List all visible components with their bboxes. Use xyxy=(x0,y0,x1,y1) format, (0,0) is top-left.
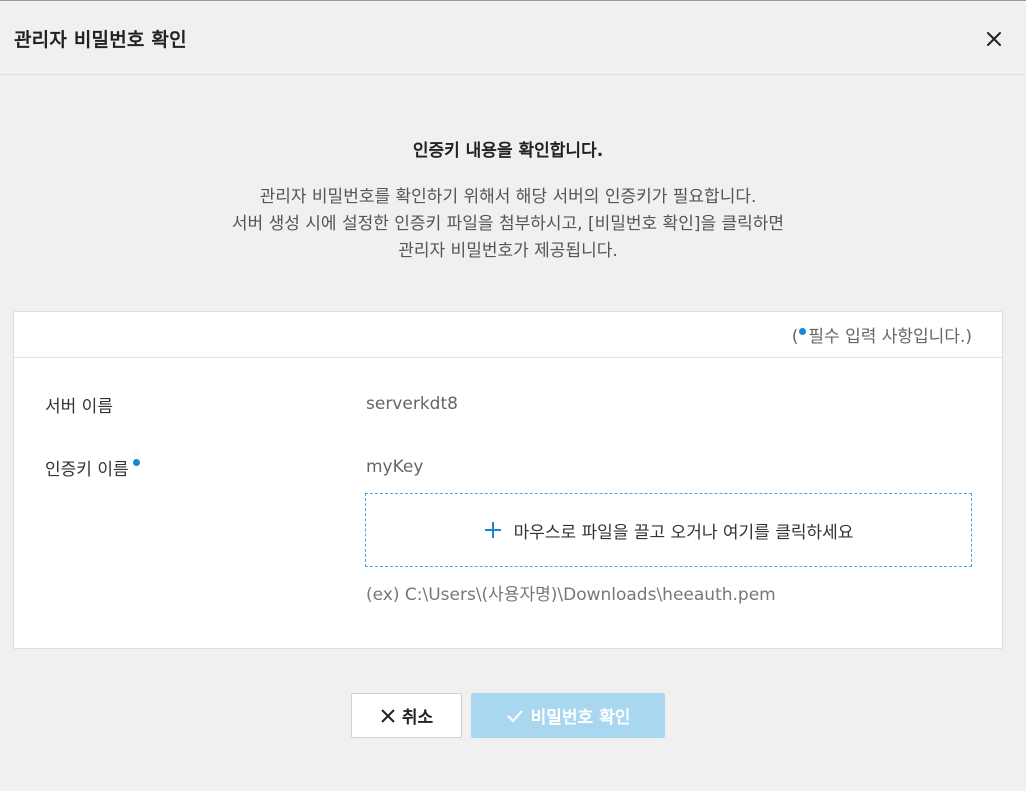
upload-content: 마우스로 파일을 끌고 오거나 여기를 클릭하세요 xyxy=(366,494,971,566)
intro-line: 관리자 비밀번호가 제공됩니다. xyxy=(398,241,618,261)
required-note-open: ( xyxy=(791,327,799,347)
server-name-value: serverkdt8 xyxy=(366,394,458,414)
intro-title: 인증키 내용을 확인합니다. xyxy=(412,141,604,161)
form-panel-header: ( 필수 입력 사항입니다.) xyxy=(14,312,1002,358)
confirm-button-label: 비밀번호 확인 xyxy=(530,708,631,728)
server-name-label: 서버 이름 xyxy=(45,397,113,417)
cancel-button-label: 취소 xyxy=(401,708,434,728)
intro-line: 서버 생성 시에 설정한 인증키 파일을 첨부하시고, [비밀번호 확인]을 클… xyxy=(231,214,785,234)
required-note: ( 필수 입력 사항입니다.) xyxy=(792,322,972,347)
intro-description: 관리자 비밀번호를 확인하기 위해서 해당 서버의 인증키가 필요합니다. 서버… xyxy=(0,184,1016,265)
key-name-value: myKey xyxy=(366,457,424,477)
required-dot-icon xyxy=(799,328,807,335)
check-icon xyxy=(506,709,523,722)
form-panel: ( 필수 입력 사항입니다.) 서버 이름 serverkdt8 인증키 이름 m… xyxy=(13,311,1003,649)
example-path: (ex) C:\Users\(사용자명)\Downloads\heeauth.p… xyxy=(366,585,776,605)
key-name-label: 인증키 이름 xyxy=(45,460,129,480)
upload-text: 마우스로 파일을 끌고 오거나 여기를 클릭하세요 xyxy=(513,522,854,543)
plus-icon xyxy=(484,522,501,538)
intro-line: 관리자 비밀번호를 확인하기 위해서 해당 서버의 인증키가 필요합니다. xyxy=(259,187,757,207)
close-icon xyxy=(987,32,1001,46)
confirm-password-button[interactable]: 비밀번호 확인 xyxy=(471,693,665,738)
key-name-label-wrap: 인증키 이름 xyxy=(45,455,142,480)
close-button[interactable] xyxy=(983,28,1005,50)
required-dot-icon xyxy=(132,459,140,466)
cancel-button[interactable]: 취소 xyxy=(351,693,462,738)
file-upload-dropzone[interactable]: 마우스로 파일을 끌고 오거나 여기를 클릭하세요 xyxy=(365,493,972,567)
required-note-text: 필수 입력 사항입니다.) xyxy=(808,327,972,347)
x-icon xyxy=(381,708,395,723)
dialog-title: 관리자 비밀번호 확인 xyxy=(14,29,187,51)
dialog-header: 관리자 비밀번호 확인 xyxy=(0,1,1026,75)
